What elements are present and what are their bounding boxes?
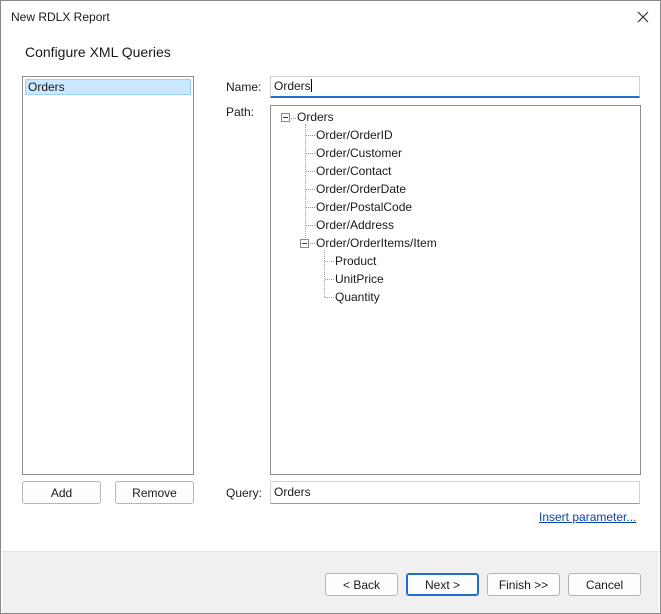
tree-connector	[306, 189, 315, 190]
path-label: Path:	[226, 105, 255, 119]
tree-node[interactable]: Order/OrderDate	[316, 182, 406, 196]
tree-node[interactable]: Order/Contact	[316, 164, 391, 178]
insert-parameter-link[interactable]: Insert parameter...	[539, 510, 636, 524]
close-button[interactable]	[632, 6, 654, 28]
back-button[interactable]: < Back	[325, 573, 398, 596]
next-button[interactable]: Next >	[406, 573, 479, 596]
close-icon	[637, 11, 649, 23]
name-input-value: Orders	[274, 79, 311, 93]
add-query-button[interactable]: Add	[22, 481, 101, 504]
tree-connector	[306, 171, 315, 172]
tree-node[interactable]: Order/PostalCode	[316, 200, 412, 214]
page-heading: Configure XML Queries	[25, 44, 171, 60]
query-label: Query:	[226, 486, 263, 500]
tree-connector	[306, 225, 315, 226]
tree-connector	[325, 297, 334, 298]
remove-query-button[interactable]: Remove	[115, 481, 194, 504]
tree-node[interactable]: Product	[335, 254, 376, 268]
tree-connector	[306, 153, 315, 154]
finish-button[interactable]: Finish >>	[487, 573, 560, 596]
tree-connector	[324, 250, 325, 297]
name-label: Name:	[226, 80, 262, 94]
tree-connector	[306, 207, 315, 208]
tree-node[interactable]: Quantity	[335, 290, 380, 304]
text-caret	[310, 79, 312, 92]
title-bar: New RDLX Report	[1, 1, 660, 33]
name-input[interactable]: Orders	[270, 76, 640, 98]
window-title: New RDLX Report	[11, 10, 110, 24]
tree-node-root[interactable]: Orders	[297, 110, 334, 124]
tree-connector	[310, 243, 315, 244]
tree-node[interactable]: Order/Customer	[316, 146, 402, 160]
tree-node[interactable]: Order/Address	[316, 218, 394, 232]
cancel-button[interactable]: Cancel	[568, 573, 641, 596]
tree-node[interactable]: Order/OrderID	[316, 128, 393, 142]
tree-connector	[325, 261, 334, 262]
tree-node-items[interactable]: Order/OrderItems/Item	[316, 236, 437, 250]
collapse-items-icon[interactable]	[300, 239, 309, 248]
wizard-window: New RDLX Report Configure XML Queries Or…	[0, 0, 661, 614]
query-input[interactable]: Orders	[270, 481, 640, 504]
tree-node[interactable]: UnitPrice	[335, 272, 384, 286]
queries-list[interactable]: Orders	[22, 76, 194, 475]
tree-connector	[325, 279, 334, 280]
query-list-item[interactable]: Orders	[25, 79, 191, 95]
tree-connector	[291, 118, 296, 119]
tree-connector	[306, 135, 315, 136]
path-tree[interactable]: Orders Order/OrderID Order/Customer Orde…	[270, 105, 641, 475]
collapse-root-icon[interactable]	[281, 113, 290, 122]
